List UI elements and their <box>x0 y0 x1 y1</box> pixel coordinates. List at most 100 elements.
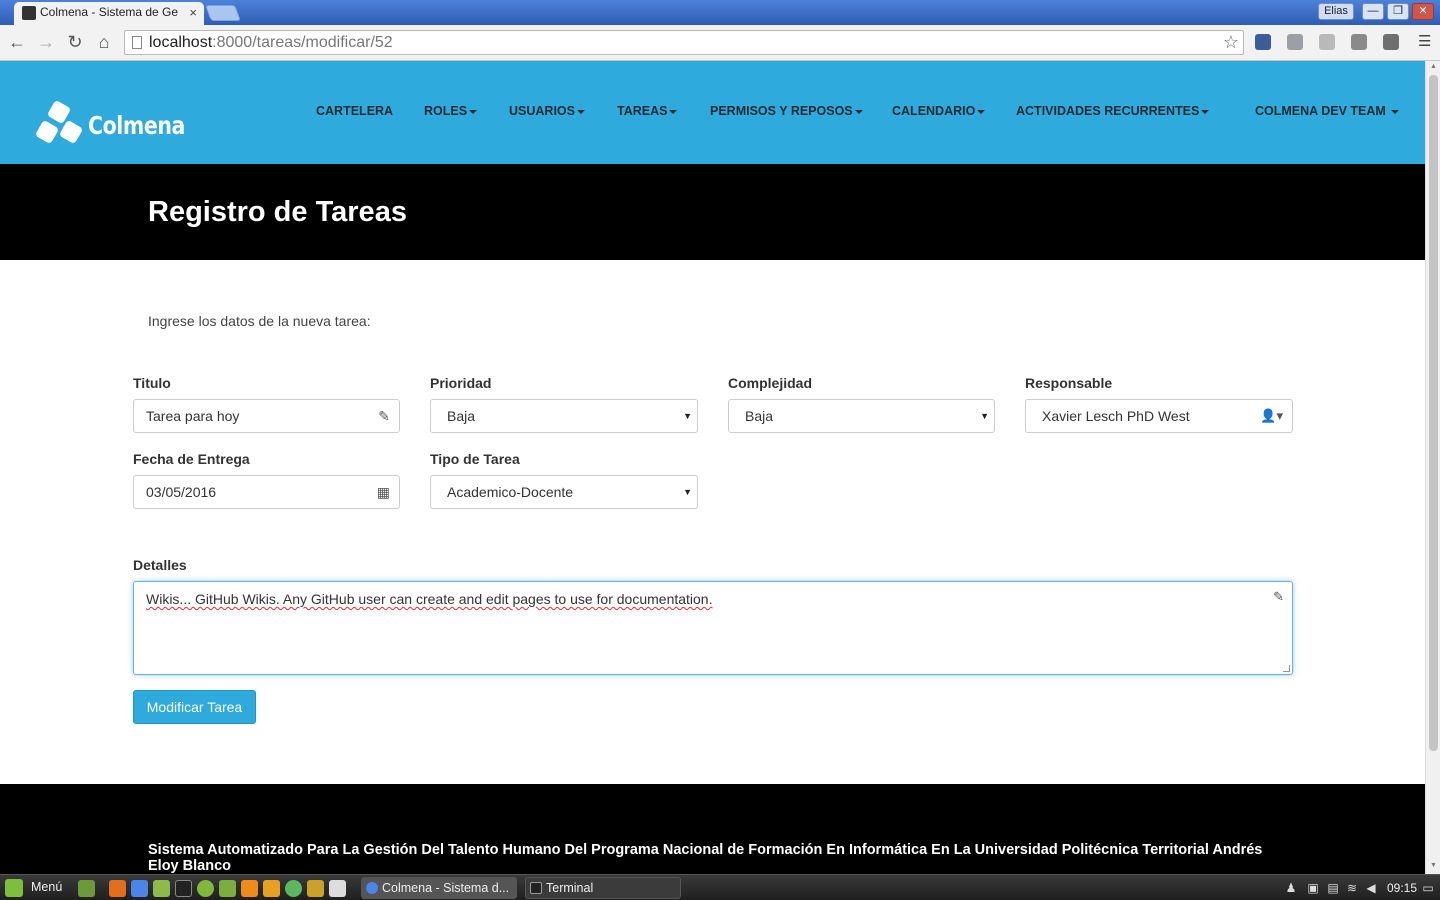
menu-usuarios[interactable]: USUARIOS <box>509 104 585 118</box>
user-dropdown-icon: 👤▾ <box>1260 408 1283 423</box>
sublime-icon[interactable] <box>263 880 280 897</box>
colmena-app-icon[interactable] <box>329 880 346 897</box>
resize-handle[interactable] <box>1283 665 1290 672</box>
back-icon[interactable]: ← <box>6 31 28 53</box>
complejidad-label: Complejidad <box>728 375 813 391</box>
dropdown-arrow-icon: ▼ <box>683 487 692 497</box>
colmena-logo-icon <box>34 99 84 147</box>
site-navbar: Colmena CARTELERA ROLES USUARIOS TAREAS … <box>0 61 1425 164</box>
start-menu-label[interactable]: Menú <box>31 880 62 894</box>
tab-title: Colmena - Sistema de Ge <box>40 5 179 19</box>
browser-menu-icon[interactable]: ☰ <box>1418 34 1432 50</box>
titulo-input[interactable]: Tarea para hoy ✎ <box>133 399 400 433</box>
caret-down-icon <box>669 109 678 114</box>
titulo-label: Titulo <box>133 375 171 391</box>
app-launcher-icon[interactable] <box>285 880 302 897</box>
scrollbar-thumb[interactable] <box>1429 75 1438 751</box>
caret-down-icon <box>1391 109 1400 114</box>
android-icon[interactable] <box>219 880 236 897</box>
extension-icon[interactable] <box>1255 34 1271 50</box>
complejidad-select[interactable]: Baja ▼ <box>728 399 995 433</box>
show-desktop-icon[interactable] <box>78 880 95 897</box>
new-tab-button[interactable] <box>205 5 241 21</box>
caret-down-icon <box>977 109 986 114</box>
settings-icon[interactable] <box>241 880 258 897</box>
notifications-icon[interactable]: ▭ <box>1421 881 1435 895</box>
page-scrollbar[interactable]: ▲ ▼ <box>1425 61 1440 874</box>
scroll-down-icon[interactable]: ▼ <box>1429 862 1438 869</box>
caret-down-icon <box>576 109 585 114</box>
maximize-button[interactable]: ❐ <box>1387 3 1409 20</box>
tipo-tarea-label: Tipo de Tarea <box>430 451 520 467</box>
menu-permisos-y-reposos[interactable]: PERMISOS Y REPOSOS <box>710 104 863 118</box>
menu-tareas[interactable]: TAREAS <box>617 104 678 118</box>
page-icon <box>132 36 142 49</box>
tab-close-icon[interactable]: × <box>189 2 197 23</box>
app-launcher-icon[interactable] <box>197 880 214 897</box>
detalles-textarea[interactable]: Wikis... GitHub Wikis. Any GitHub user c… <box>133 581 1293 675</box>
update-shield-icon[interactable] <box>1368 881 1382 895</box>
bookmark-star-icon[interactable]: ☆ <box>1223 31 1239 54</box>
taskbar-window-title: Terminal <box>546 881 594 895</box>
monitor-icon[interactable] <box>307 880 324 897</box>
menu-roles[interactable]: ROLES <box>424 104 478 118</box>
terminal-icon <box>530 882 542 894</box>
extension-icon[interactable] <box>1319 34 1335 50</box>
form-intro: Ingrese los datos de la nueva tarea: <box>148 313 371 329</box>
firefox-icon[interactable] <box>109 880 126 897</box>
forward-icon[interactable]: → <box>35 31 57 53</box>
page-viewport: Colmena CARTELERA ROLES USUARIOS TAREAS … <box>0 61 1425 874</box>
url-host: localhost <box>149 34 213 51</box>
titulo-value: Tarea para hoy <box>146 408 240 424</box>
chrome-icon <box>366 882 378 894</box>
browser-toolbar: ← → ↻ ⌂ localhost:8000/tareas/modificar/… <box>0 25 1440 61</box>
site-footer: Sistema Automatizado Para La Gestión Del… <box>0 784 1425 874</box>
caret-down-icon <box>469 109 478 114</box>
address-bar[interactable]: localhost:8000/tareas/modificar/52 ☆ <box>124 30 1244 55</box>
extension-icon[interactable] <box>1383 34 1399 50</box>
calendar-icon[interactable]: ▦ <box>377 476 390 508</box>
complejidad-value: Baja <box>745 408 774 424</box>
terminal-icon[interactable] <box>175 880 192 897</box>
home-icon[interactable]: ⌂ <box>93 31 115 53</box>
wifi-icon[interactable]: ≋ <box>1345 881 1359 895</box>
menu-cartelera[interactable]: CARTELERA <box>316 104 393 118</box>
prioridad-value: Baja <box>447 408 476 424</box>
extension-icon[interactable] <box>1287 34 1303 50</box>
tipo-tarea-select[interactable]: Academico-Docente ▼ <box>430 475 698 509</box>
reload-icon[interactable]: ↻ <box>64 31 86 53</box>
responsable-label: Responsable <box>1025 375 1113 391</box>
responsable-select[interactable]: Xavier Lesch PhD West 👤▾ <box>1025 399 1293 433</box>
url-path: :8000/tareas/modificar/52 <box>212 34 393 51</box>
prioridad-select[interactable]: Baja ▼ <box>430 399 698 433</box>
chrome-icon[interactable] <box>131 880 148 897</box>
extension-icon[interactable] <box>1351 34 1367 50</box>
taskbar-window-chrome[interactable]: Colmena - Sistema d... <box>361 877 517 899</box>
close-window-button[interactable]: ✕ <box>1412 3 1434 20</box>
taskbar-window-terminal[interactable]: Terminal <box>525 877 681 899</box>
menu-user-account[interactable]: COLMENA DEV TEAM <box>1255 104 1400 118</box>
menu-actividades-recurrentes[interactable]: ACTIVIDADES RECURRENTES <box>1016 104 1210 118</box>
profile-badge[interactable]: Elias <box>1318 3 1354 20</box>
browser-tab[interactable]: Colmena - Sistema de Ge × <box>14 2 204 25</box>
minimize-button[interactable]: — <box>1362 3 1384 20</box>
caret-down-icon <box>1201 109 1210 114</box>
prioridad-label: Prioridad <box>430 375 492 391</box>
network-lock-icon[interactable]: ▤ <box>1326 881 1340 895</box>
caret-down-icon <box>854 109 863 114</box>
fecha-entrega-input[interactable]: 03/05/2016 ▦ <box>133 475 400 509</box>
taskbar-window-title: Colmena - Sistema d... <box>382 881 510 895</box>
files-icon[interactable] <box>153 880 170 897</box>
scroll-up-icon[interactable]: ▲ <box>1429 63 1438 70</box>
modificar-tarea-button[interactable]: Modificar Tarea <box>133 690 256 724</box>
user-icon[interactable]: ♟ <box>1284 881 1298 895</box>
menu-calendario[interactable]: CALENDARIO <box>892 104 986 118</box>
clipboard-icon[interactable]: ▣ <box>1306 881 1320 895</box>
site-favicon-icon <box>22 6 36 20</box>
footer-text: Sistema Automatizado Para La Gestión Del… <box>148 842 1263 874</box>
dropdown-arrow-icon: ▼ <box>980 411 989 421</box>
fecha-entrega-label: Fecha de Entrega <box>133 451 250 467</box>
dropdown-arrow-icon: ▼ <box>683 411 692 421</box>
clock[interactable]: 09:15 <box>1387 881 1417 895</box>
mint-menu-icon[interactable] <box>5 879 23 897</box>
